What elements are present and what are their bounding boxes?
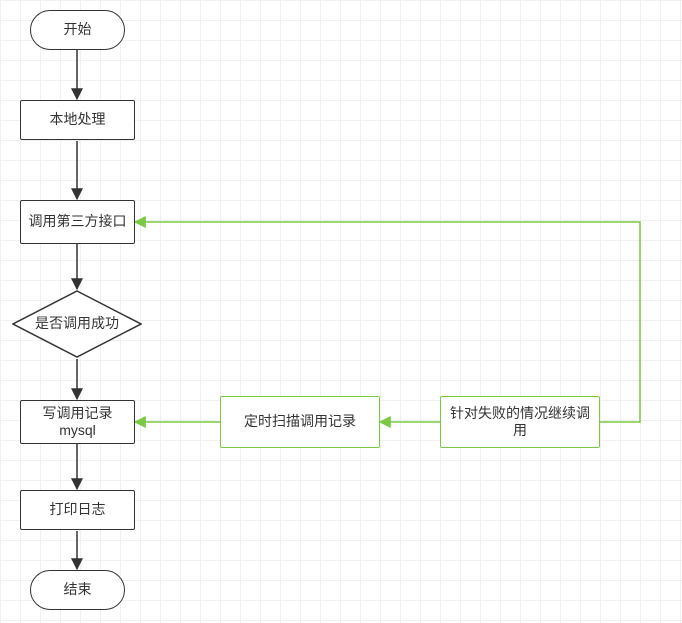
node-scan[interactable]: 定时扫描调用记录	[220, 396, 380, 448]
node-log-label: 打印日志	[50, 501, 106, 519]
node-success-label: 是否调用成功	[35, 315, 119, 333]
node-writedb-label: 写调用记录mysql	[27, 405, 128, 440]
node-retry-label: 针对失败的情况继续调用	[447, 405, 593, 440]
node-start-label: 开始	[64, 21, 92, 39]
node-end-label: 结束	[64, 581, 92, 599]
node-local[interactable]: 本地处理	[20, 100, 135, 140]
node-end[interactable]: 结束	[30, 570, 125, 610]
node-retry[interactable]: 针对失败的情况继续调用	[440, 396, 600, 448]
node-log[interactable]: 打印日志	[20, 490, 135, 530]
node-scan-label: 定时扫描调用记录	[244, 413, 356, 431]
edge-retry-call3p	[135, 222, 640, 422]
node-success[interactable]: 是否调用成功	[12, 290, 142, 358]
node-call3p-label: 调用第三方接口	[29, 213, 127, 231]
node-local-label: 本地处理	[50, 111, 106, 129]
node-call3p[interactable]: 调用第三方接口	[20, 200, 135, 244]
flowchart-canvas: 开始 本地处理 调用第三方接口 是否调用成功 写调用记录mysql 打印日志 结…	[0, 0, 682, 623]
node-start[interactable]: 开始	[30, 10, 125, 50]
node-writedb[interactable]: 写调用记录mysql	[20, 400, 135, 444]
